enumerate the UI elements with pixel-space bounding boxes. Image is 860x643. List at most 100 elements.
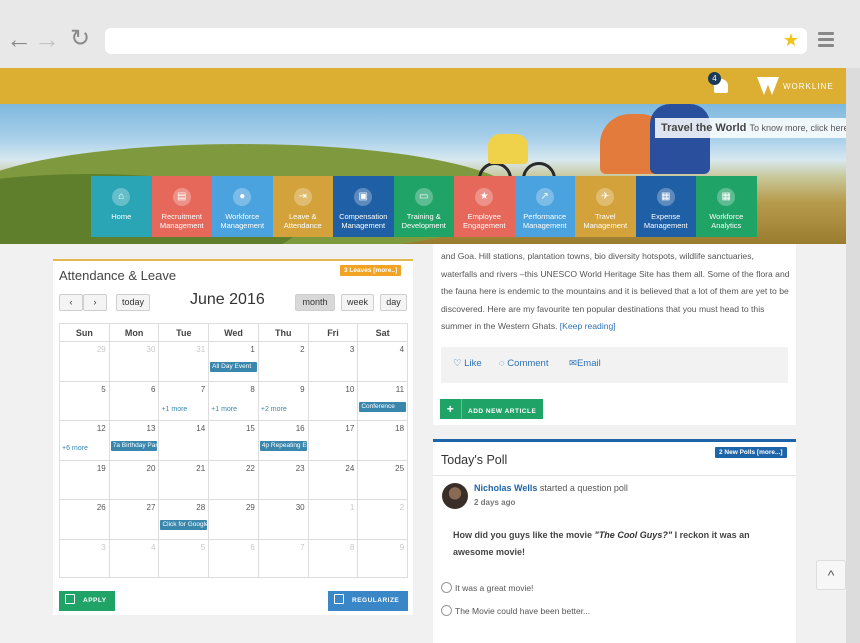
tile-performance-management[interactable]: ↗ Performance Management: [514, 176, 575, 237]
calendar-day-cell[interactable]: 30: [259, 500, 309, 539]
tile-recruitment-management[interactable]: ▤ Recruitment Management: [151, 176, 212, 237]
calendar-day-cell[interactable]: 8 +1 more: [209, 381, 259, 420]
calendar-day-cell[interactable]: 21: [159, 460, 210, 499]
calendar-event[interactable]: Conference: [359, 401, 407, 412]
calendar-event[interactable]: 7a Birthday Party: [110, 441, 158, 451]
calculator-icon: ▦: [717, 188, 736, 206]
calendar-day-cell[interactable]: 28 Click for Google: [159, 500, 210, 539]
avatar[interactable]: [442, 483, 468, 509]
tile-expense-management[interactable]: ▦ Expense Management: [635, 176, 696, 237]
author-name-link[interactable]: Nicholas Wells: [474, 483, 537, 493]
hamburger-icon[interactable]: [818, 32, 834, 50]
calendar-day-cell[interactable]: 2: [358, 500, 407, 539]
view-month-button[interactable]: month: [295, 294, 335, 311]
tile-workforce-analytics[interactable]: ▦ Workforce Analytics: [696, 176, 757, 237]
tile-home[interactable]: ⌂ Home: [91, 176, 152, 237]
more-events-link[interactable]: +2 more: [261, 406, 287, 413]
comment-button[interactable]: ◌ Comment: [499, 358, 548, 369]
calendar-day-cell[interactable]: 18: [358, 421, 407, 460]
view-week-button[interactable]: week: [341, 294, 374, 311]
calendar-day-cell[interactable]: 14: [159, 421, 210, 460]
apply-button[interactable]: APPLY: [59, 591, 115, 611]
calendar-day-cell[interactable]: 2: [259, 342, 309, 381]
tile-training-development[interactable]: ▭ Training & Development: [393, 176, 454, 237]
new-polls-badge[interactable]: 2 New Polls [more...]: [715, 447, 787, 458]
tile-workforce-management[interactable]: ● Workforce Management: [212, 176, 273, 237]
calendar-event[interactable]: 4p Repeating Event: [259, 441, 307, 451]
calendar-day-cell[interactable]: 11 Conference: [358, 382, 407, 421]
calendar-today-button[interactable]: today: [116, 294, 150, 311]
calendar-day-cell[interactable]: 1 All Day Event: [209, 342, 259, 381]
weekday-label: Mon: [110, 324, 160, 341]
calendar-day-cell[interactable]: 15: [209, 421, 259, 460]
tile-leave-attendance[interactable]: ⇥ Leave & Attendance: [272, 176, 333, 237]
calendar-next-button[interactable]: ›: [83, 294, 107, 311]
poll-option[interactable]: The Movie could have been better...: [441, 605, 590, 616]
calendar-day-cell[interactable]: 25: [358, 461, 407, 500]
like-button[interactable]: ♡ Like: [453, 358, 482, 369]
add-new-article-button[interactable]: + ADD NEW ARTICLE: [440, 399, 543, 419]
calendar-day-cell[interactable]: 7 +1 more: [159, 381, 210, 420]
calendar-day-cell[interactable]: 1: [309, 500, 359, 539]
travel-banner-link[interactable]: Travel the World To know more, click her…: [655, 118, 857, 138]
calendar-day-cell[interactable]: 5: [159, 539, 210, 577]
calendar-day-cell[interactable]: 10: [309, 381, 359, 420]
calendar-day-cell[interactable]: 3: [60, 539, 110, 577]
calendar-day-cell[interactable]: 6: [110, 381, 160, 420]
day-number: 1: [349, 503, 355, 512]
more-events-link[interactable]: +6 more: [62, 445, 88, 452]
scroll-to-top-button[interactable]: ^: [816, 560, 846, 590]
workline-logo[interactable]: WORKLINE: [757, 76, 834, 96]
calendar-day-cell[interactable]: 31: [159, 342, 210, 381]
day-number: 18: [395, 424, 405, 433]
calendar-day-cell[interactable]: 30: [110, 342, 160, 381]
forward-button[interactable]: →: [34, 26, 60, 52]
more-events-link[interactable]: +1 more: [161, 406, 187, 413]
tile-travel-management[interactable]: ✈ Travel Management: [575, 176, 636, 237]
leaves-badge[interactable]: 3 Leaves [more..]: [340, 265, 402, 276]
calendar-day-cell[interactable]: 26: [60, 500, 110, 539]
calendar-day-cell[interactable]: 12 +6 more: [60, 421, 110, 460]
calendar-day-cell[interactable]: 3: [309, 342, 359, 381]
calendar-day-cell[interactable]: 24: [309, 460, 359, 499]
star-icon[interactable]: ★: [783, 30, 799, 51]
tile-label: Compensation Management: [339, 212, 388, 230]
reload-button[interactable]: ↻: [70, 26, 90, 52]
calendar-day-cell[interactable]: 27: [110, 500, 160, 539]
tile-employee-engagement[interactable]: ★ Employee Engagement: [454, 176, 515, 237]
calendar-day-cell[interactable]: 20: [110, 460, 160, 499]
calendar-day-cell[interactable]: 29: [60, 342, 110, 381]
calendar-day-cell[interactable]: 16 4p Repeating Event: [259, 421, 309, 460]
calendar-day-cell[interactable]: 5: [60, 381, 110, 420]
calendar-day-cell[interactable]: 17: [309, 421, 359, 460]
keep-reading-link[interactable]: [Keep reading]: [560, 321, 616, 331]
calendar-day-cell[interactable]: 19: [60, 460, 110, 499]
calendar-day-cell[interactable]: 6: [209, 539, 259, 577]
regularize-button[interactable]: REGULARIZE: [328, 591, 408, 611]
calendar-day-cell[interactable]: 4: [358, 342, 407, 381]
calendar-event[interactable]: All Day Event: [210, 362, 257, 372]
address-bar[interactable]: ★: [105, 28, 807, 54]
radio-button[interactable]: [441, 582, 452, 593]
back-button[interactable]: ←: [6, 26, 32, 52]
calendar-day-cell[interactable]: 13 7a Birthday Party: [110, 421, 160, 460]
calendar-day-cell[interactable]: 29: [209, 500, 259, 539]
calendar-prev-button[interactable]: ‹: [59, 294, 83, 311]
calendar-day-cell[interactable]: 7: [259, 539, 309, 577]
calendar-day-cell[interactable]: 8: [309, 539, 359, 577]
more-events-link[interactable]: +1 more: [211, 406, 237, 413]
calendar-day-cell[interactable]: 9: [358, 540, 407, 578]
calendar-day-cell[interactable]: 23: [259, 460, 309, 499]
calendar-day-cell[interactable]: 4: [110, 539, 160, 577]
calendar-day-cell[interactable]: 22: [209, 460, 259, 499]
day-number: 4: [399, 345, 405, 354]
tile-compensation-management[interactable]: ▣ Compensation Management: [333, 176, 394, 237]
radio-button[interactable]: [441, 605, 452, 616]
calendar-day-cell[interactable]: 9 +2 more: [259, 381, 309, 420]
calendar-event[interactable]: Click for Google: [160, 520, 208, 530]
cyclist-figure: [488, 134, 528, 164]
notification-bell-icon[interactable]: 4: [708, 72, 732, 95]
view-day-button[interactable]: day: [380, 294, 407, 311]
poll-option[interactable]: It was a great movie!: [441, 582, 533, 593]
email-button[interactable]: ✉Email: [569, 358, 601, 369]
